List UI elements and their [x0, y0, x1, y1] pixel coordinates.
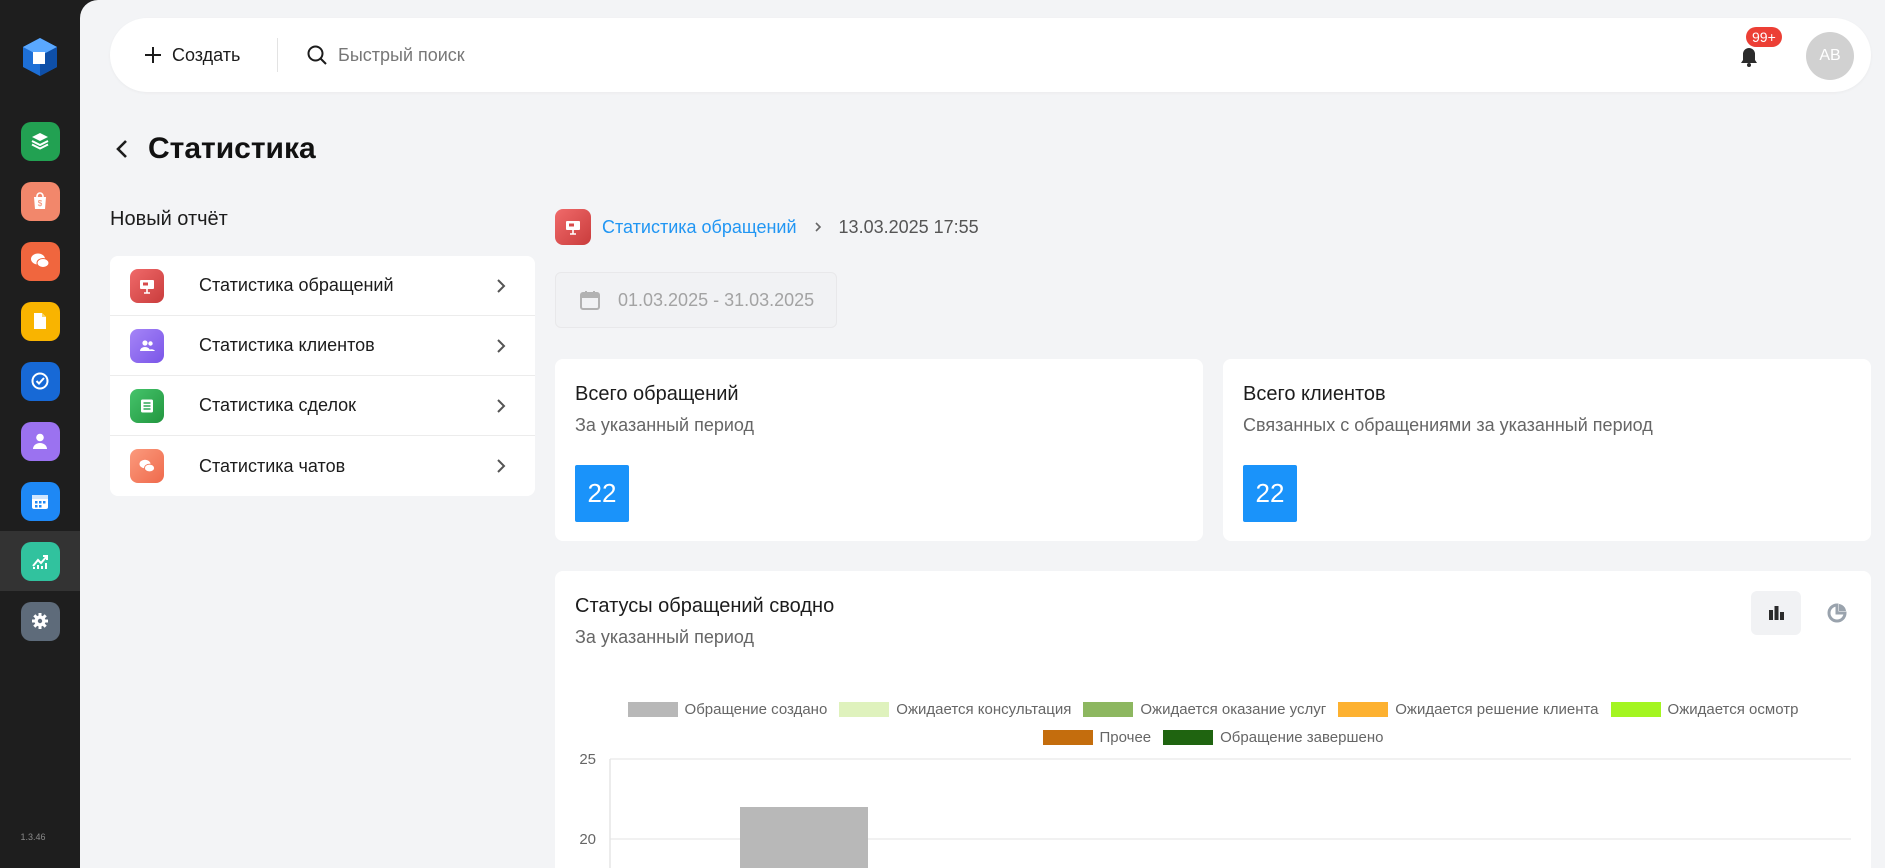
report-item-label: Статистика сделок — [199, 395, 357, 415]
calendar-icon — [20, 481, 60, 521]
sidebar-item-settings[interactable] — [0, 591, 80, 651]
presentation-icon — [130, 268, 164, 303]
status-chart-card: Статусы обращений сводно За указанный пе… — [555, 571, 1871, 868]
kpi-title: Всего обращений — [575, 383, 739, 405]
svg-text:$: $ — [38, 199, 43, 208]
report-item-label: Статистика чатов — [199, 455, 346, 476]
bar-chart: 25 20 — [579, 751, 1851, 868]
plus-icon — [145, 47, 161, 63]
shopping-bag-icon: $ — [20, 181, 60, 221]
kpi-subtitle: За указанный период — [575, 415, 755, 435]
search-icon — [307, 45, 327, 65]
report-item-deals[interactable]: Статистика сделок — [110, 376, 535, 436]
page-title: Статистика — [148, 132, 316, 165]
chat-bubbles-icon — [130, 449, 164, 483]
user-icon — [20, 421, 60, 461]
back-button[interactable] — [110, 134, 134, 164]
kpi-value: 22 — [575, 465, 629, 522]
date-range-value: 01.03.2025 - 31.03.2025 — [618, 289, 815, 310]
sidebar-item-documents[interactable] — [0, 291, 80, 351]
chevron-left-icon — [116, 140, 127, 158]
sidebar-item-chats[interactable] — [0, 231, 80, 291]
sidebar-item-statistics[interactable] — [0, 531, 80, 591]
report-list: Статистика обращений Статистика клиентов… — [110, 256, 535, 496]
y-tick-label: 25 — [579, 751, 596, 768]
chevron-right-icon — [497, 339, 506, 353]
chevron-right-icon — [497, 279, 506, 293]
new-report-heading: Новый отчёт — [110, 208, 228, 230]
chat-bubbles-icon — [20, 241, 60, 281]
sidebar-item-shop[interactable]: $ — [0, 171, 80, 231]
kpi-card-clients: Всего клиентов Связанных с обращениями з… — [1223, 359, 1871, 541]
sidebar: $ 1.3.46 — [0, 0, 80, 868]
app-logo-icon[interactable] — [21, 36, 59, 78]
sidebar-item-clients[interactable] — [0, 411, 80, 471]
report-item-clients[interactable]: Статистика клиентов — [110, 316, 535, 376]
kpi-title: Всего клиентов — [1243, 383, 1386, 405]
search-input[interactable] — [338, 44, 938, 66]
sidebar-item-layers[interactable] — [0, 111, 80, 171]
check-circle-icon — [20, 361, 60, 401]
y-tick-label: 20 — [579, 831, 596, 848]
create-button[interactable]: Создать — [142, 40, 240, 70]
report-item-label: Статистика обращений — [199, 275, 394, 295]
report-item-label: Статистика клиентов — [199, 335, 375, 355]
notifications-badge: 99+ — [1746, 27, 1782, 47]
kpi-subtitle: Связанных с обращениями за указанный пер… — [1243, 415, 1653, 435]
app-version: 1.3.46 — [20, 832, 46, 842]
avatar[interactable]: AB — [1806, 32, 1854, 80]
breadcrumb: Статистика обращений 13.03.2025 17:55 — [555, 209, 979, 245]
layers-icon — [20, 121, 60, 161]
chevron-right-icon — [497, 399, 506, 413]
chart-line-icon — [20, 541, 60, 581]
chevron-right-icon — [814, 222, 821, 232]
kpi-value: 22 — [1243, 465, 1297, 522]
page-header: Статистика — [110, 132, 316, 166]
bar-1[interactable] — [740, 807, 868, 868]
kpi-card-appeals: Всего обращений За указанный период 22 — [555, 359, 1203, 541]
report-item-appeals[interactable]: Статистика обращений — [110, 256, 535, 316]
sidebar-item-calendar[interactable] — [0, 471, 80, 531]
gear-icon — [20, 601, 60, 641]
create-button-label: Создать — [172, 44, 241, 65]
report-item-chats[interactable]: Статистика чатов — [110, 436, 535, 496]
main-content: Создать 99+ AB Статистика Новый отчёт Ст… — [80, 0, 1885, 868]
date-range-picker[interactable]: 01.03.2025 - 31.03.2025 — [555, 272, 837, 328]
sidebar-item-tasks[interactable] — [0, 351, 80, 411]
users-icon — [130, 328, 164, 363]
breadcrumb-timestamp: 13.03.2025 17:55 — [838, 216, 979, 237]
calendar-icon — [580, 291, 600, 310]
chevron-right-icon — [497, 459, 506, 473]
bell-icon — [1741, 48, 1757, 67]
top-bar: Создать 99+ AB — [110, 18, 1871, 92]
breadcrumb-link[interactable]: Статистика обращений — [602, 217, 797, 238]
list-icon — [130, 388, 164, 423]
presentation-icon — [555, 209, 591, 245]
search-box — [306, 38, 1206, 72]
topbar-divider — [277, 38, 278, 72]
document-icon — [20, 301, 60, 341]
